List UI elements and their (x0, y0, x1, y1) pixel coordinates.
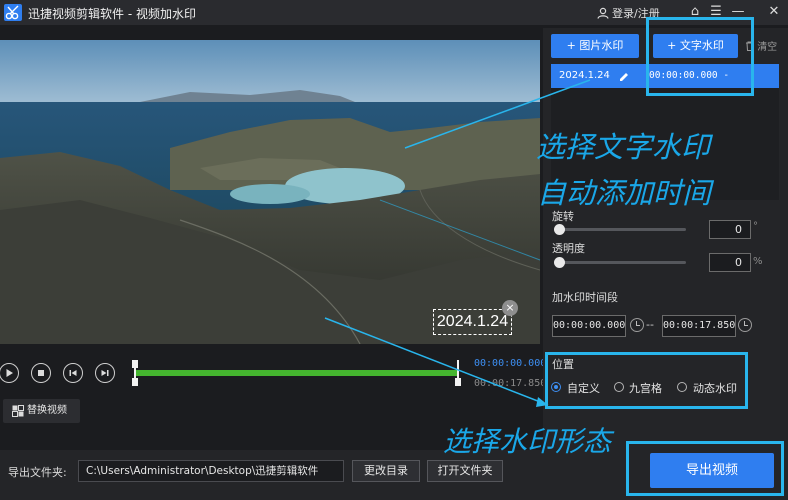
highlight-text-watermark-box (646, 17, 754, 96)
highlight-export-box (626, 441, 784, 496)
annotation-select-text-watermark: 选择文字水印 (536, 130, 711, 164)
highlight-position-box (545, 352, 748, 409)
annotation-auto-add-time: 自动添加时间 (537, 176, 712, 210)
annotation-select-watermark-form: 选择水印形态 (443, 425, 612, 458)
